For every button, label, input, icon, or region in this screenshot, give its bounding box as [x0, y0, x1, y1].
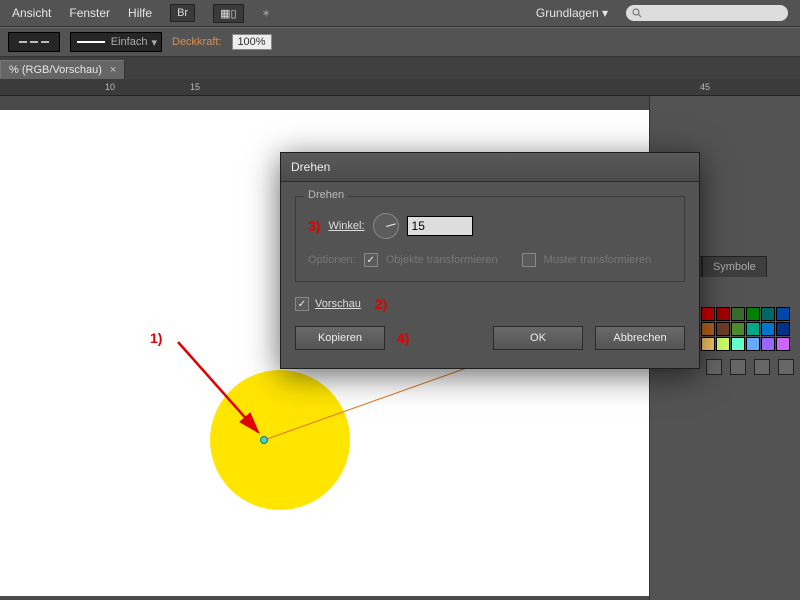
stroke-style-select[interactable]: Einfach▾: [70, 32, 162, 52]
swatch-tool-icon[interactable]: [706, 359, 722, 375]
cancel-button[interactable]: Abbrechen: [595, 326, 685, 350]
swatch[interactable]: [746, 307, 760, 321]
bridge-button[interactable]: Br: [170, 4, 195, 22]
ruler-tick: 10: [105, 82, 115, 92]
swatch[interactable]: [731, 307, 745, 321]
annotation-4: 4): [397, 330, 409, 346]
swatch[interactable]: [716, 307, 730, 321]
ok-button[interactable]: OK: [493, 326, 583, 350]
dialog-title: Drehen: [291, 160, 330, 174]
copy-button[interactable]: Kopieren: [295, 326, 385, 350]
angle-input[interactable]: [407, 216, 473, 236]
swatch-tool-icon[interactable]: [778, 359, 794, 375]
transform-objects-label: Objekte transformieren: [386, 254, 498, 266]
ruler-tick: 15: [190, 82, 200, 92]
properties-bar: Einfach▾ Deckkraft: 100%: [0, 27, 800, 57]
dash-picker[interactable]: [8, 32, 60, 52]
swatch-tool-icon[interactable]: [754, 359, 770, 375]
annotation-2: 2): [375, 296, 387, 312]
swatch[interactable]: [776, 307, 790, 321]
opacity-value[interactable]: 100%: [232, 34, 272, 50]
close-icon[interactable]: ×: [110, 64, 116, 76]
workspace-selector[interactable]: Grundlagen ▾: [536, 6, 608, 20]
document-tabs: % (RGB/Vorschau) ×: [0, 57, 800, 79]
swatch[interactable]: [776, 322, 790, 336]
rotate-fieldset: Drehen 3) Winkel: Optionen: ✓ Objekte tr…: [295, 196, 685, 282]
tab-label: % (RGB/Vorschau): [9, 64, 102, 76]
tool-icon[interactable]: ✶: [262, 7, 271, 20]
swatch[interactable]: [701, 307, 715, 321]
swatch[interactable]: [761, 337, 775, 351]
artwork-circle[interactable]: [210, 370, 350, 510]
search-input[interactable]: [626, 5, 788, 21]
swatch-tool-icon[interactable]: [730, 359, 746, 375]
layout-icon[interactable]: ▦▯: [213, 4, 243, 23]
workspace: 1) Pinsel Symbole Drehen Drehen 3): [0, 96, 800, 596]
dialog-title-bar[interactable]: Drehen: [281, 153, 699, 182]
menu-hilfe[interactable]: Hilfe: [128, 6, 152, 20]
transform-objects-checkbox: ✓: [364, 253, 378, 267]
document-tab[interactable]: % (RGB/Vorschau) ×: [0, 60, 125, 79]
preview-label[interactable]: Vorschau: [315, 298, 361, 310]
rotate-dialog: Drehen Drehen 3) Winkel: Optionen: ✓ Obj…: [280, 152, 700, 369]
transform-patterns-checkbox: [522, 253, 536, 267]
swatch[interactable]: [746, 337, 760, 351]
swatch[interactable]: [761, 322, 775, 336]
rotation-center-marker[interactable]: [261, 437, 268, 444]
menu-ansicht[interactable]: Ansicht: [12, 6, 51, 20]
swatch[interactable]: [731, 322, 745, 336]
preview-checkbox[interactable]: ✓: [295, 297, 309, 311]
menu-bar: Ansicht Fenster Hilfe Br ▦▯ ✶ Grundlagen…: [0, 0, 800, 27]
panel-tab-symbols[interactable]: Symbole: [702, 256, 767, 277]
swatch[interactable]: [716, 337, 730, 351]
swatch[interactable]: [716, 322, 730, 336]
angle-label[interactable]: Winkel:: [328, 220, 364, 232]
opacity-label: Deckkraft:: [172, 36, 222, 48]
ruler-tick: 45: [700, 82, 710, 92]
angle-dial[interactable]: [373, 213, 399, 239]
swatch[interactable]: [731, 337, 745, 351]
transform-patterns-label: Muster transformieren: [544, 254, 652, 266]
fieldset-legend: Drehen: [304, 189, 348, 201]
swatch[interactable]: [761, 307, 775, 321]
swatch[interactable]: [701, 322, 715, 336]
swatch[interactable]: [776, 337, 790, 351]
menu-fenster[interactable]: Fenster: [69, 6, 110, 20]
horizontal-ruler: 10 15 45: [0, 79, 800, 96]
swatch[interactable]: [746, 322, 760, 336]
search-icon: [632, 8, 642, 18]
options-label: Optionen:: [308, 254, 356, 266]
swatch[interactable]: [701, 337, 715, 351]
annotation-3: 3): [308, 218, 320, 234]
